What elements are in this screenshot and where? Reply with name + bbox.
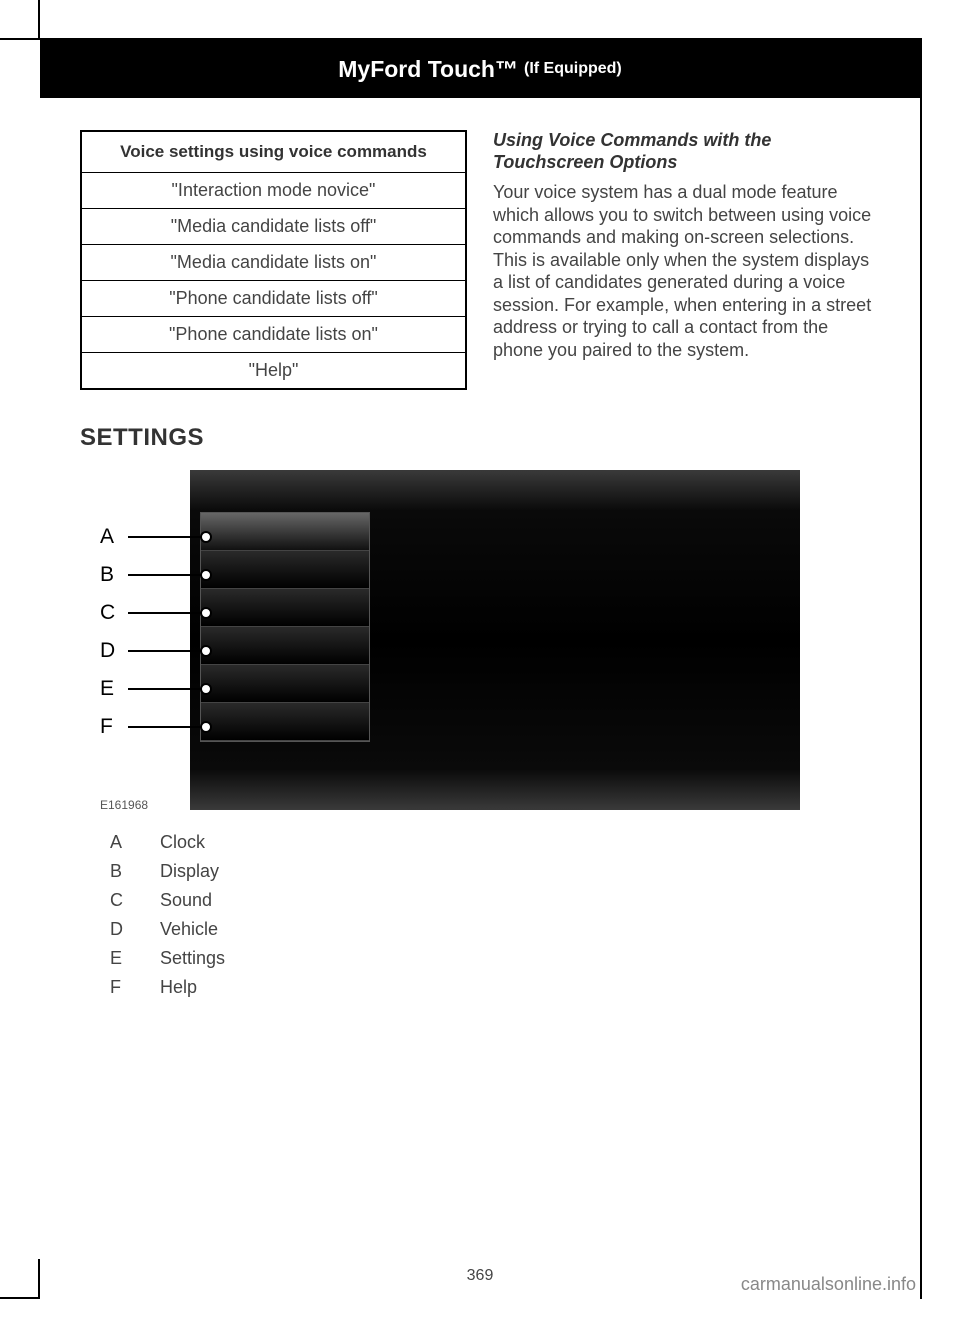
header-title: MyFord Touch™ (338, 56, 518, 83)
table-row: "Interaction mode novice" (82, 173, 465, 209)
callout-line (128, 612, 206, 614)
callout-letter: D (100, 639, 128, 663)
callout-letter: A (100, 525, 128, 549)
crop-mark (0, 38, 40, 40)
voice-commands-table: Voice settings using voice commands "Int… (80, 130, 467, 390)
legend-value: Sound (160, 890, 212, 911)
crop-mark (38, 0, 40, 40)
callout-line (128, 574, 206, 576)
page-header: MyFord Touch™ (If Equipped) (40, 40, 920, 98)
callout-line (128, 536, 206, 538)
callout-letter: B (100, 563, 128, 587)
callout-labels: A B C D E F (100, 518, 206, 746)
legend-value: Vehicle (160, 919, 218, 940)
legend-value: Help (160, 977, 197, 998)
legend-key: A (110, 832, 160, 853)
figure-id: E161968 (100, 798, 148, 812)
body-paragraph: Your voice system has a dual mode featur… (493, 181, 880, 361)
table-row: "Phone candidate lists on" (82, 317, 465, 353)
callout-letter: C (100, 601, 128, 625)
callout-line (128, 650, 206, 652)
legend-key: B (110, 861, 160, 882)
page-content: Voice settings using voice commands "Int… (80, 130, 880, 1257)
legend-key: F (110, 977, 160, 998)
callout-letter: E (100, 677, 128, 701)
settings-figure: A B C D E F E161968 (100, 470, 800, 810)
settings-panel (200, 512, 370, 742)
table-row: "Media candidate lists off" (82, 209, 465, 245)
callout-letter: F (100, 715, 128, 739)
table-row: "Media candidate lists on" (82, 245, 465, 281)
table-header: Voice settings using voice commands (82, 132, 465, 173)
crop-mark (0, 1297, 40, 1299)
legend-value: Settings (160, 948, 225, 969)
settings-heading: SETTINGS (80, 424, 880, 452)
legend-value: Clock (160, 832, 205, 853)
legend-key: E (110, 948, 160, 969)
legend-key: C (110, 890, 160, 911)
header-subtitle: (If Equipped) (524, 60, 622, 78)
legend-value: Display (160, 861, 219, 882)
touchscreen-graphic (190, 470, 800, 810)
legend-key: D (110, 919, 160, 940)
subsection-heading: Using Voice Commands with the Touchscree… (493, 130, 880, 173)
figure-legend: AClock BDisplay CSound DVehicle ESetting… (80, 828, 880, 1002)
table-row: "Help" (82, 353, 465, 388)
callout-line (128, 688, 206, 690)
watermark: carmanualsonline.info (741, 1274, 916, 1295)
table-row: "Phone candidate lists off" (82, 281, 465, 317)
callout-line (128, 726, 206, 728)
